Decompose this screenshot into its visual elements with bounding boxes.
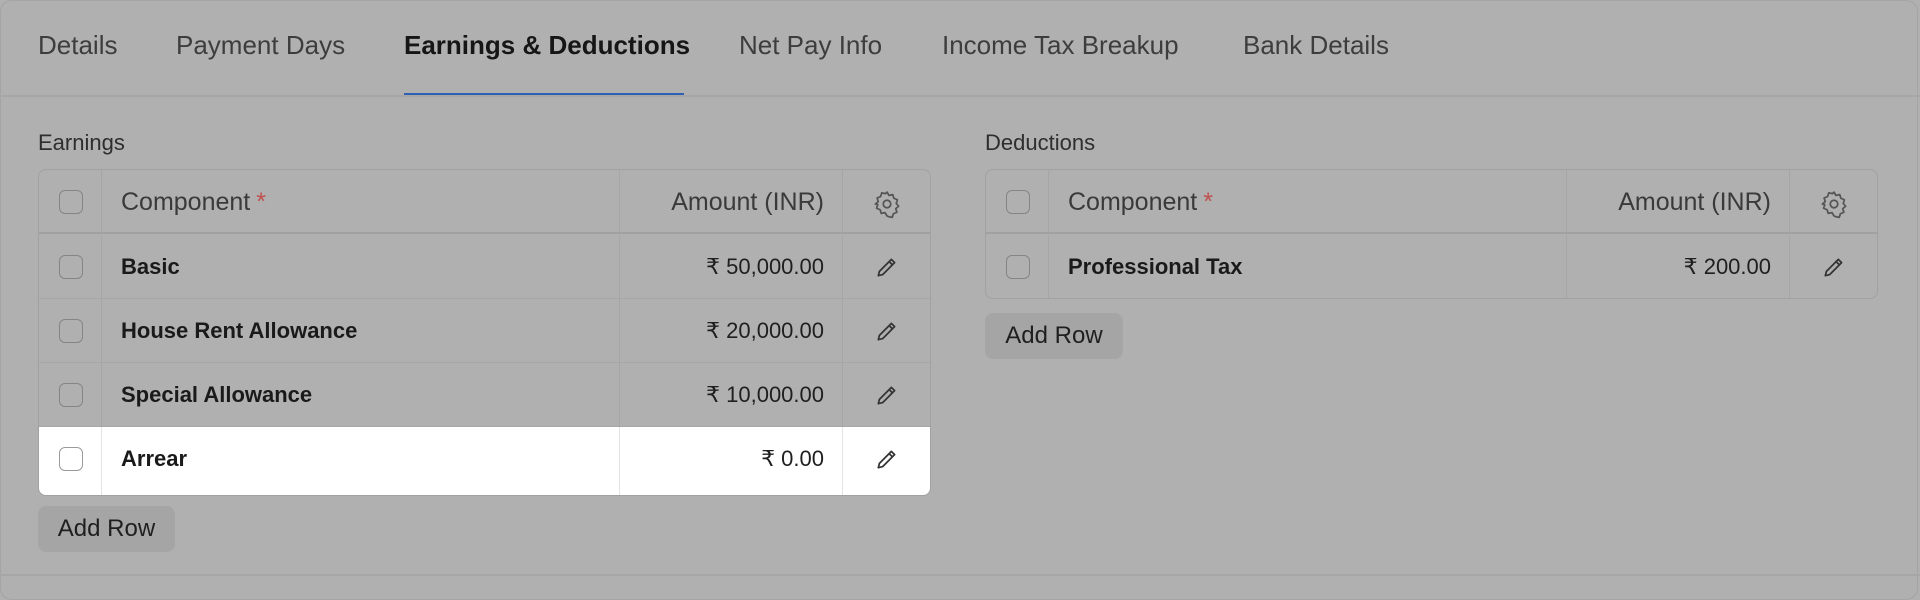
pencil-icon[interactable] bbox=[874, 382, 904, 412]
component-cell[interactable]: Arrear bbox=[121, 446, 187, 472]
earnings-title: Earnings bbox=[38, 130, 125, 155]
earnings-table: Component * Amount (INR) Basic ₹ 50,000.0… bbox=[38, 169, 931, 496]
deductions-title: Deductions bbox=[985, 130, 1096, 155]
pencil-icon[interactable] bbox=[874, 254, 904, 284]
pencil-icon[interactable] bbox=[1821, 254, 1851, 284]
table-row[interactable]: Professional Tax ₹ 200.00 bbox=[986, 235, 1877, 298]
table-row[interactable]: Special Allowance ₹ 10,000.00 bbox=[39, 363, 930, 427]
tab-net-pay-info[interactable]: Net Pay Info bbox=[739, 30, 882, 61]
tab-earnings-deductions[interactable]: Earnings & Deductions bbox=[404, 30, 690, 61]
tab-bank-details[interactable]: Bank Details bbox=[1243, 30, 1389, 61]
row-checkbox[interactable] bbox=[59, 255, 83, 279]
required-mark: * bbox=[256, 188, 266, 216]
earnings-table-header: Component * Amount (INR) bbox=[39, 170, 930, 234]
pencil-icon[interactable] bbox=[874, 318, 904, 348]
tab-bar: Details Payment Days Earnings & Deductio… bbox=[0, 0, 1920, 97]
deductions-table: Component * Amount (INR) Professional Tax… bbox=[985, 169, 1878, 299]
component-cell[interactable]: House Rent Allowance bbox=[121, 318, 357, 344]
deductions-table-header: Component * Amount (INR) bbox=[986, 170, 1877, 234]
earnings-add-row-button[interactable]: Add Row bbox=[38, 506, 175, 552]
section-divider bbox=[0, 574, 1920, 576]
select-all-checkbox[interactable] bbox=[1006, 190, 1030, 214]
amount-cell[interactable]: ₹ 10,000.00 bbox=[706, 382, 824, 408]
deductions-add-row-button[interactable]: Add Row bbox=[985, 313, 1123, 359]
amount-cell[interactable]: ₹ 200.00 bbox=[1684, 254, 1771, 280]
active-tab-indicator bbox=[404, 93, 684, 95]
select-all-checkbox[interactable] bbox=[59, 190, 83, 214]
amount-cell[interactable]: ₹ 20,000.00 bbox=[706, 318, 824, 344]
component-cell[interactable]: Professional Tax bbox=[1068, 254, 1242, 280]
row-checkbox[interactable] bbox=[59, 383, 83, 407]
table-row[interactable]: Basic ₹ 50,000.00 bbox=[39, 235, 930, 299]
component-cell[interactable]: Special Allowance bbox=[121, 382, 312, 408]
tab-payment-days[interactable]: Payment Days bbox=[176, 30, 345, 61]
component-column-header: Component * bbox=[121, 188, 266, 216]
row-checkbox[interactable] bbox=[59, 319, 83, 343]
required-mark: * bbox=[1203, 188, 1213, 216]
gear-icon[interactable] bbox=[872, 189, 902, 219]
gear-icon[interactable] bbox=[1819, 189, 1849, 219]
amount-cell[interactable]: ₹ 0.00 bbox=[761, 446, 824, 472]
tab-income-tax-breakup[interactable]: Income Tax Breakup bbox=[942, 30, 1179, 61]
component-column-header: Component * bbox=[1068, 188, 1213, 216]
amount-cell[interactable]: ₹ 50,000.00 bbox=[706, 254, 824, 280]
component-cell[interactable]: Basic bbox=[121, 254, 180, 280]
row-checkbox[interactable] bbox=[59, 447, 83, 471]
amount-column-header: Amount (INR) bbox=[1618, 188, 1771, 216]
amount-column-header: Amount (INR) bbox=[671, 188, 824, 216]
tab-details[interactable]: Details bbox=[38, 30, 117, 61]
table-row-highlighted[interactable]: Arrear ₹ 0.00 bbox=[39, 427, 930, 495]
row-checkbox[interactable] bbox=[1006, 255, 1030, 279]
table-row[interactable]: House Rent Allowance ₹ 20,000.00 bbox=[39, 299, 930, 363]
pencil-icon[interactable] bbox=[874, 446, 904, 476]
